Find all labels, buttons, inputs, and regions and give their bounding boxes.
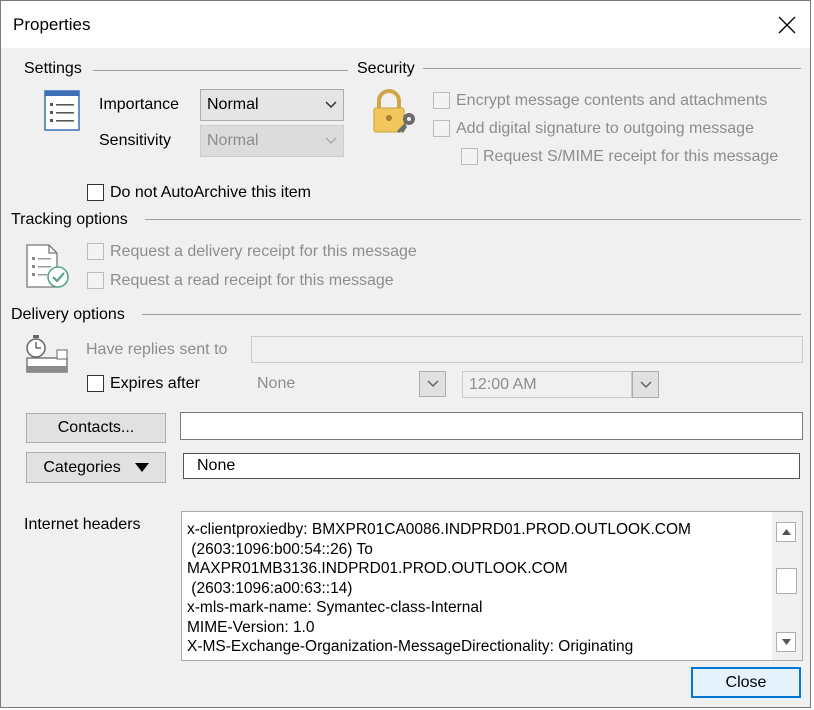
expires-date-value: None xyxy=(257,375,296,392)
close-button-label: Close xyxy=(725,673,767,691)
headers-scrollbar[interactable] xyxy=(772,512,802,660)
delivery-receipt-checkbox[interactable] xyxy=(87,243,104,260)
read-receipt-label: Request a read receipt for this message xyxy=(110,272,394,289)
sensitivity-select[interactable]: Normal xyxy=(200,125,344,157)
close-button[interactable]: Close xyxy=(691,667,801,698)
delivery-receipt-label: Request a delivery receipt for this mess… xyxy=(110,243,417,260)
caret-up-icon xyxy=(781,529,791,535)
tracking-divider xyxy=(145,219,801,220)
digital-signature-checkbox[interactable] xyxy=(433,120,450,137)
window-title: Properties xyxy=(13,15,91,34)
sensitivity-value: Normal xyxy=(207,132,259,149)
importance-label: Importance xyxy=(99,96,180,113)
properties-dialog: Properties Settings Importance Normal Se… xyxy=(0,0,811,708)
clock-envelope-icon xyxy=(26,335,68,373)
expires-after-label: Expires after xyxy=(110,375,200,392)
caret-down-icon xyxy=(134,463,149,472)
scroll-up-button[interactable] xyxy=(776,522,796,542)
security-header: Security xyxy=(357,60,415,77)
scroll-thumb[interactable] xyxy=(776,568,797,594)
importance-value: Normal xyxy=(207,96,259,113)
header-line: (2603:1096:a00:63::14) xyxy=(187,579,353,597)
header-line: MAXPR01MB3136.INDPRD01.PROD.OUTLOOK.COM xyxy=(187,560,568,577)
settings-divider xyxy=(93,70,348,71)
sensitivity-label: Sensitivity xyxy=(99,132,172,149)
close-window-button[interactable] xyxy=(764,1,810,48)
expires-date-dropdown[interactable] xyxy=(419,371,446,397)
internet-headers-textbox[interactable]: x-clientproxiedby: BMXPR01CA0086.INDPRD0… xyxy=(181,511,803,661)
categories-button[interactable]: Categories xyxy=(26,452,166,483)
header-line: (2603:1096:b00:54::26) To xyxy=(187,540,373,558)
read-receipt-checkbox[interactable] xyxy=(87,272,104,289)
expires-time-dropdown[interactable] xyxy=(632,371,659,398)
caret-down-icon xyxy=(781,639,791,645)
security-divider xyxy=(423,68,801,69)
title-bar: Properties xyxy=(1,1,810,48)
close-icon xyxy=(778,16,796,33)
importance-select[interactable]: Normal xyxy=(200,89,344,121)
contacts-button-label: Contacts... xyxy=(57,419,135,436)
chevron-down-icon xyxy=(319,137,343,145)
scroll-down-button[interactable] xyxy=(776,632,796,652)
expires-time-value: 12:00 AM xyxy=(469,375,537,393)
internet-headers-label: Internet headers xyxy=(24,516,141,533)
padlock-key-icon xyxy=(373,89,415,133)
digital-signature-label: Add digital signature to outgoing messag… xyxy=(456,120,754,137)
tracking-header: Tracking options xyxy=(11,211,128,228)
settings-header: Settings xyxy=(24,60,82,77)
encrypt-label: Encrypt message contents and attachments xyxy=(456,92,768,109)
autoarchive-label: Do not AutoArchive this item xyxy=(110,184,311,201)
expires-time-input[interactable]: 12:00 AM xyxy=(462,371,632,398)
chevron-down-icon xyxy=(319,101,343,109)
smime-receipt-checkbox[interactable] xyxy=(461,148,478,165)
header-line: MIME-Version: 1.0 xyxy=(187,618,315,636)
replies-label: Have replies sent to xyxy=(86,341,228,358)
contacts-input[interactable] xyxy=(180,412,803,440)
expires-after-checkbox[interactable] xyxy=(87,375,104,392)
chevron-down-icon xyxy=(639,380,652,388)
categories-input[interactable]: None xyxy=(183,453,800,479)
categories-button-label: Categories xyxy=(43,458,121,476)
internet-headers-text: x-clientproxiedby: BMXPR01CA0086.INDPRD0… xyxy=(187,520,772,657)
header-line: x-mls-mark-name: Symantec-class-Internal xyxy=(187,599,483,616)
header-line: X-MS-Exchange-Organization-MessageDirect… xyxy=(187,638,634,655)
autoarchive-checkbox[interactable] xyxy=(87,184,104,201)
contacts-button[interactable]: Contacts... xyxy=(26,413,166,443)
chevron-down-icon xyxy=(426,380,439,388)
replies-input[interactable] xyxy=(251,336,803,363)
tracking-checklist-icon xyxy=(26,244,69,288)
header-line: x-clientproxiedby: BMXPR01CA0086.INDPRD0… xyxy=(187,521,691,538)
delivery-divider xyxy=(142,314,801,315)
list-icon xyxy=(44,90,80,131)
smime-receipt-label: Request S/MIME receipt for this message xyxy=(483,148,779,165)
categories-value: None xyxy=(197,457,236,474)
encrypt-checkbox[interactable] xyxy=(433,92,450,109)
delivery-header: Delivery options xyxy=(11,306,125,323)
